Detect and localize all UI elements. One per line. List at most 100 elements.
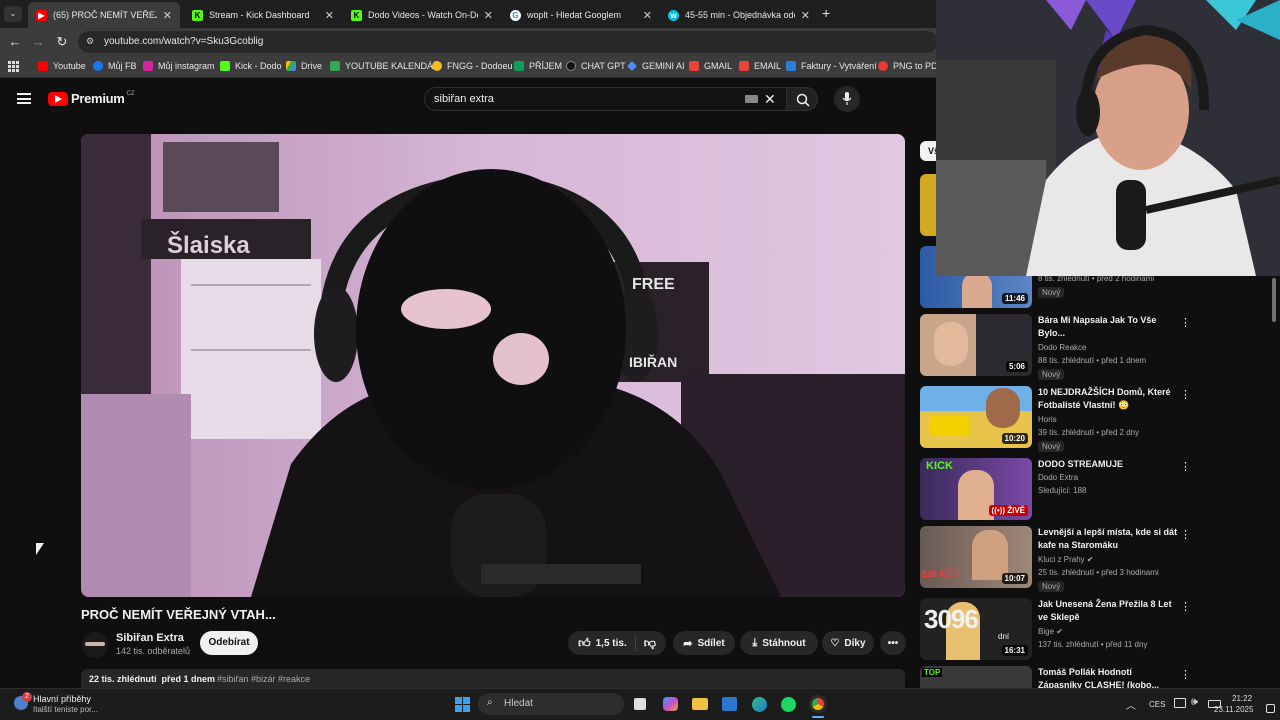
sign-text: Šlaiska [167,232,250,259]
recommended-video[interactable]: 130 KČ?! 10:07 Levnější a lepší místa, k… [920,526,1191,592]
search-query: sibiřan extra [434,93,494,105]
bookmark-gmail[interactable]: GMAIL [689,61,732,71]
close-tab-icon[interactable]: ✕ [163,9,172,22]
subscribe-button[interactable]: Odebírat [200,631,258,655]
bookmark-youtube-calendar[interactable]: YOUTUBE KALENDÁŘ [330,61,440,71]
browser-tab[interactable]: w 45-55 min - Objednávka odeslána ✕ [660,2,818,28]
bookmark-youtube[interactable]: Youtube [38,61,86,71]
tray-chevron-icon[interactable]: ︿ [1126,697,1136,712]
chrome-icon[interactable] [809,695,827,713]
recommended-video[interactable]: 5:06 Bára Mi Napsala Jak To Vše Bylo... … [920,314,1191,380]
tab-search-icon[interactable]: ⌄ [4,6,22,22]
channel-name[interactable]: Sibiřan Extra [116,632,184,644]
video-thumbnail: TOP [920,666,1032,688]
bookmark-kick[interactable]: Kick - Dodo [220,61,282,71]
more-actions-button[interactable]: ••• [880,631,906,655]
more-icon[interactable]: ⋮ [1180,600,1191,613]
gemini-icon [627,61,637,71]
channel-name: Dodo Reakce [1038,343,1087,352]
copilot-icon[interactable] [663,697,678,711]
like-button[interactable]: 👍︎ 1,5 tis. [578,635,636,651]
kick-favicon-icon: K [351,9,362,21]
close-tab-icon[interactable]: ✕ [801,9,810,22]
keyboard-icon[interactable] [745,95,758,103]
close-tab-icon[interactable]: ✕ [484,9,493,22]
browser-tab-active[interactable]: ▶ (65) PROČ NEMÍT VEŘEJNÝ VTAH... ✕ [28,2,180,28]
notification-icon[interactable] [1266,704,1275,713]
channel-avatar[interactable] [82,632,108,658]
voice-search-button[interactable] [834,86,860,112]
recommended-video[interactable]: 10:20 10 NEJDRAŽŠÍCH Domů, Které Fotbali… [920,386,1191,452]
subscriber-count: 142 tis. odběratelů [116,646,191,656]
more-icon[interactable]: ⋮ [1180,316,1191,329]
news-count: 2 [22,692,32,702]
webcam-overlay [936,0,1280,276]
file-explorer-icon[interactable] [692,698,708,710]
bookmark-facebook[interactable]: Můj FB [93,61,137,71]
clear-search-icon[interactable]: ✕ [764,91,776,108]
clock-time[interactable]: 21:22 [1232,694,1252,703]
clock-date[interactable]: 23.11.2025 [1214,705,1253,714]
new-tab-button[interactable]: + [822,5,830,21]
recommended-video[interactable]: KICK ((•)) ŽIVĚ DODO STREAMUJE Dodo Extr… [920,458,1191,524]
recommended-video[interactable]: TOP Tomáš Pollák Hodnotí Zápasníky CLASH… [920,666,1190,688]
more-icon[interactable]: ⋮ [1180,388,1191,401]
download-button[interactable]: ⤓ Stáhnout [740,631,818,655]
page-scrollbar[interactable] [1272,278,1276,322]
forward-icon[interactable]: → [29,33,47,51]
windows-start-icon[interactable] [455,697,470,712]
more-icon[interactable]: ⋮ [1180,668,1190,681]
bookmark-instagram[interactable]: Můj instagram [143,61,215,71]
bookmark-invoices[interactable]: Faktury - Vytváření [786,61,877,71]
close-tab-icon[interactable]: ✕ [643,9,652,22]
search-button[interactable] [786,87,818,111]
volume-icon[interactable]: 🕪︎ [1191,696,1198,709]
new-badge: Nový [1038,581,1065,592]
bookmark-prijem[interactable]: PŘÍJEM [514,61,562,71]
wolt-favicon-icon: w [668,9,679,21]
spotify-icon[interactable] [781,697,796,712]
news-widget[interactable]: 2 Hlavní příběhy Italští teniste por... [10,692,120,716]
bookmark-chatgpt[interactable]: CHAT GPT [566,61,626,71]
video-meta: 39 tis. zhlédnutí • před 2 dny [1038,428,1140,437]
back-icon[interactable]: ← [6,33,24,51]
language-indicator[interactable]: CES [1149,700,1165,709]
bookmark-fngg[interactable]: FNGG - Dodoeu [432,61,513,71]
more-icon[interactable]: ⋮ [1180,460,1191,473]
more-icon[interactable]: ⋮ [1180,528,1191,541]
thumb-partial[interactable] [920,174,936,236]
recommended-video[interactable]: 3096 dní 16:31 Jak Unesená Žena Přežila … [920,598,1191,664]
logo-text: Premium [71,91,125,106]
webcam-frame [936,0,1280,276]
edge-icon[interactable] [752,697,767,712]
apps-grid-icon[interactable] [8,61,19,72]
bookmark-gemini[interactable]: GEMINI AI [627,61,685,71]
close-tab-icon[interactable]: ✕ [325,9,334,22]
thanks-button[interactable]: ♡ Díky [822,631,874,655]
network-icon[interactable] [1174,698,1186,708]
share-button[interactable]: ➦ Sdílet [673,631,735,655]
reload-icon[interactable]: ↻ [53,33,71,51]
thumbs-down-icon: 👎︎ [643,635,656,650]
share-icon: ➦ [683,637,693,650]
taskbar-search[interactable]: ⌕ Hledat [478,693,624,715]
video-title: Tomáš Pollák Hodnotí Zápasníky CLASHE! (… [1038,667,1160,688]
bookmark-png-to-pdf[interactable]: PNG to PDF [878,61,943,71]
dislike-button[interactable]: 👎︎ [636,636,656,651]
tab-title: 45-55 min - Objednávka odeslána [685,10,795,20]
site-info-icon[interactable]: ⚙ [86,36,94,47]
youtube-logo[interactable]: Premium CZ [48,91,135,106]
browser-tab[interactable]: G woplt - Hledat Googlem ✕ [502,2,660,28]
browser-tab[interactable]: K Dodo Videos - Watch On-Demand ✕ [343,2,501,28]
sheets-icon [514,61,524,71]
bookmark-email[interactable]: EMAIL [739,61,781,71]
mouse-cursor-icon [36,543,44,555]
outlook-icon[interactable] [722,697,737,711]
menu-icon[interactable] [17,93,31,104]
browser-tab[interactable]: K Stream - Kick Dashboard ✕ [184,2,342,28]
url-text: youtube.com/watch?v=Sku3Gcoblig [104,36,264,47]
hashtags[interactable]: #sibiřan #bizár #reakce [217,674,310,684]
task-view-icon[interactable] [634,698,646,710]
bookmark-drive[interactable]: Drive [286,61,322,71]
video-player[interactable]: Šlaiska FREE IBIŘAN [81,134,905,597]
